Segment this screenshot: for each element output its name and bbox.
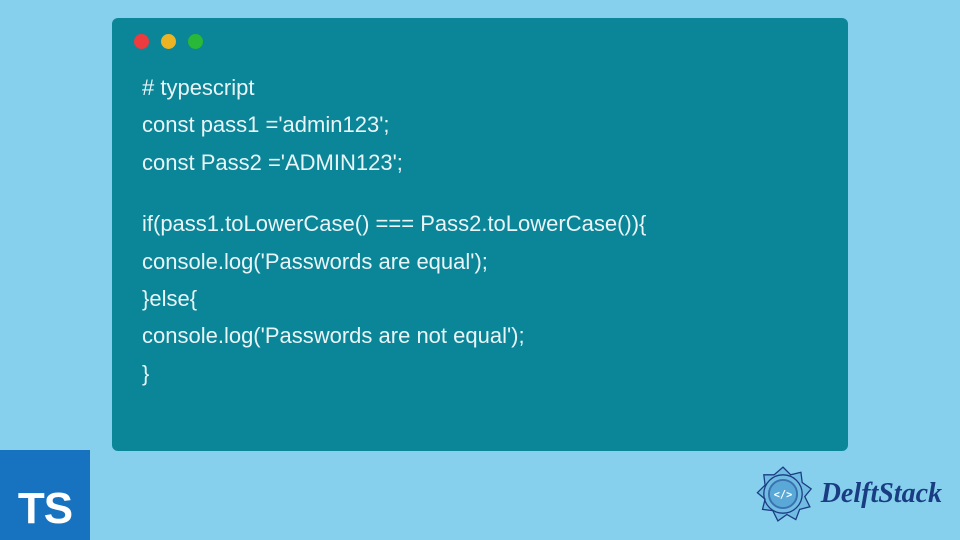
minimize-icon bbox=[161, 34, 176, 49]
code-blank-line bbox=[142, 181, 818, 205]
brand-name: DelftStack bbox=[821, 478, 942, 510]
close-icon bbox=[134, 34, 149, 49]
window-controls bbox=[112, 18, 848, 57]
code-line: const Pass2 ='ADMIN123'; bbox=[142, 144, 818, 181]
svg-text:</>: </> bbox=[773, 489, 792, 501]
maximize-icon bbox=[188, 34, 203, 49]
code-line: }else{ bbox=[142, 280, 818, 317]
delftstack-icon: </> bbox=[751, 462, 815, 526]
code-line: const pass1 ='admin123'; bbox=[142, 106, 818, 143]
typescript-badge-label: TS bbox=[18, 484, 72, 534]
code-line: console.log('Passwords are not equal'); bbox=[142, 317, 818, 354]
code-content: # typescript const pass1 ='admin123'; co… bbox=[112, 57, 848, 404]
code-line: if(pass1.toLowerCase() === Pass2.toLower… bbox=[142, 205, 818, 242]
brand-logo: </> DelftStack bbox=[751, 462, 942, 526]
code-line: # typescript bbox=[142, 69, 818, 106]
typescript-badge: TS bbox=[0, 450, 90, 540]
code-line: console.log('Passwords are equal'); bbox=[142, 243, 818, 280]
code-line: } bbox=[142, 355, 818, 392]
code-window: # typescript const pass1 ='admin123'; co… bbox=[112, 18, 848, 451]
